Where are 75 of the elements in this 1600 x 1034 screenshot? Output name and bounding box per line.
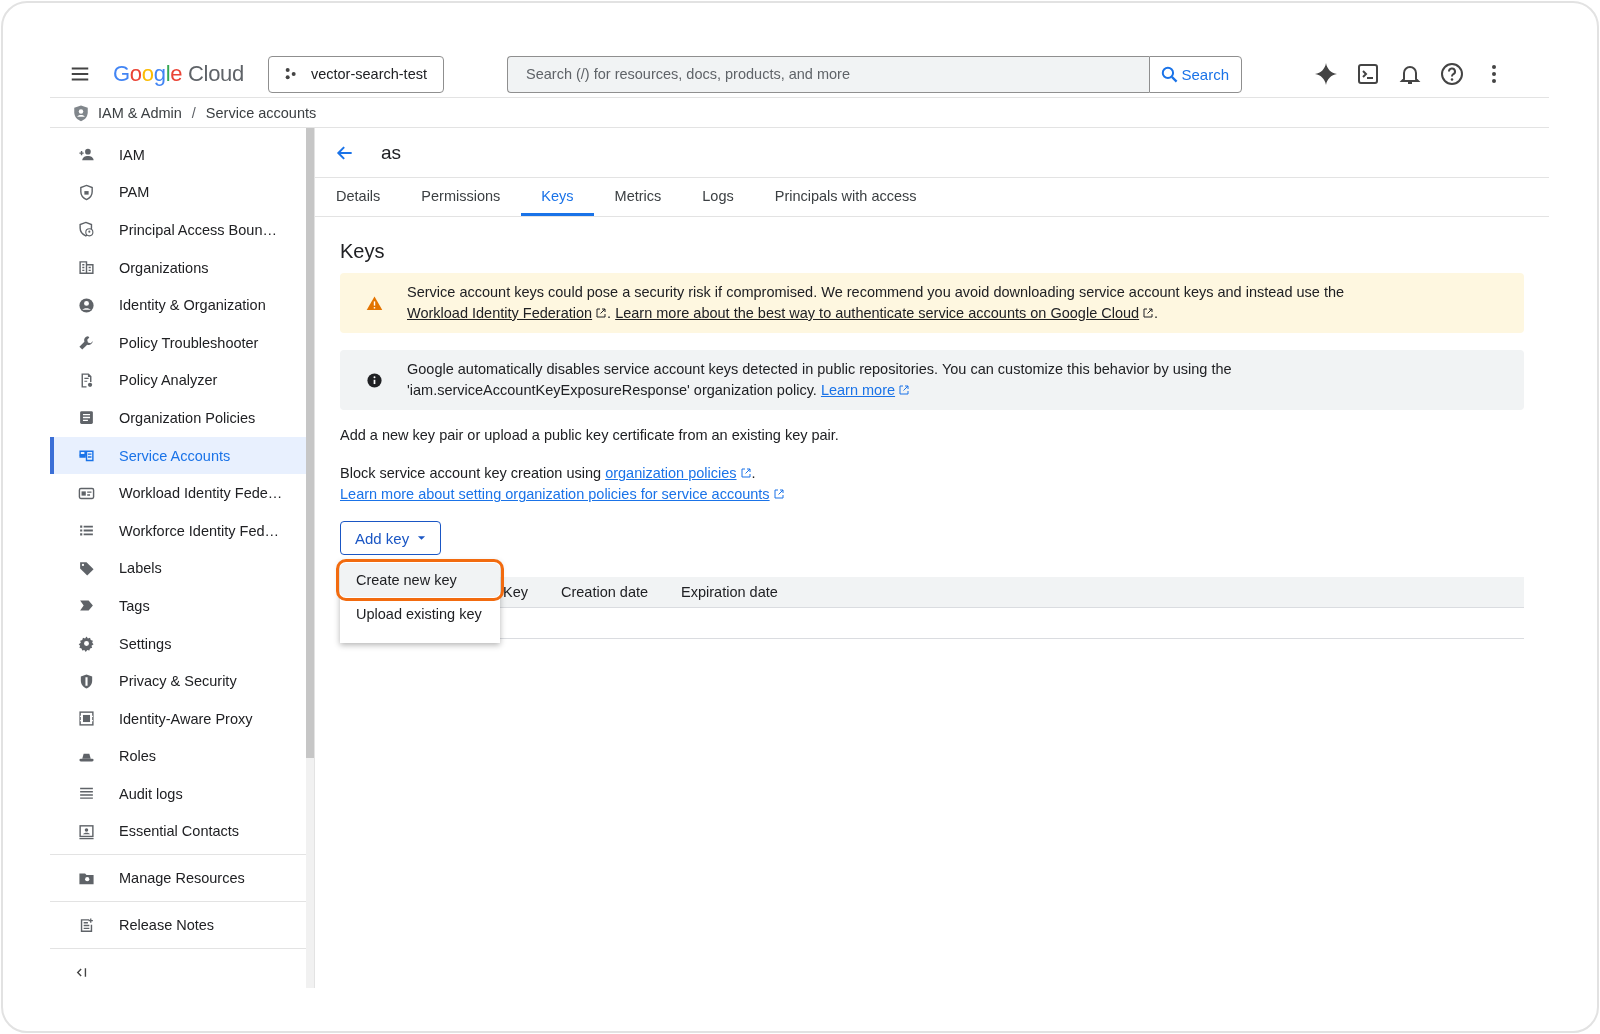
sidebar-item[interactable]: Service Accounts: [50, 436, 306, 475]
external-link-icon: [739, 467, 752, 479]
sidebar-item[interactable]: Privacy & Security: [50, 662, 306, 700]
dropdown-caret-icon: [417, 535, 427, 541]
sidebar-item[interactable]: Identity-Aware Proxy: [50, 699, 306, 738]
external-link-icon: [772, 488, 785, 500]
warning-icon: [366, 294, 383, 312]
column-header: Key: [503, 584, 528, 600]
contact-card-icon: [78, 823, 95, 840]
terminal-icon[interactable]: [1356, 62, 1380, 86]
sidebar-item[interactable]: Policy Troubleshooter: [50, 323, 306, 362]
breadcrumb-link[interactable]: IAM & Admin: [98, 104, 182, 121]
external-link[interactable]: Workload Identity Federation: [407, 305, 593, 321]
column-header: Expiration date: [681, 584, 778, 600]
tab[interactable]: Keys: [521, 178, 594, 216]
external-link[interactable]: Learn more about setting organization policies for service accounts: [340, 486, 770, 502]
sidebar-item[interactable]: Policy Analyzer: [50, 361, 306, 400]
shield-icon: [78, 183, 95, 201]
tag-icon: [78, 559, 95, 577]
external-link[interactable]: organization policies: [605, 465, 737, 481]
sidebar-item[interactable]: Audit logs: [50, 775, 306, 813]
banner-message: Google automatically disables service account keys detected in public repositories. You can customize this behavior by using the 'iam.serviceAccountKeyExposureResponse' organization policy. Learn more: [407, 360, 1233, 400]
sidebar-item[interactable]: Essential Contacts: [50, 812, 306, 851]
help-icon[interactable]: [1440, 62, 1464, 86]
sidebar-item[interactable]: Tags: [50, 587, 306, 625]
banner-message: Service account keys could pose a security risk if compromised. We recommend you avoid downloading service account keys and instead use the Workload Identity Federation . Learn more about the best way to authenticate service accounts on Google Cloud .: [407, 283, 1346, 323]
wrench-icon: [78, 334, 95, 352]
sidebar-item[interactable]: Release Notes: [50, 906, 306, 945]
sparkle-icon[interactable]: [1314, 62, 1338, 86]
account-circle-icon: [78, 296, 95, 314]
building-icon: [78, 259, 95, 277]
document-icon: [78, 409, 95, 427]
page-title: as: [381, 141, 402, 164]
sidebar-item[interactable]: Workload Identity Fede…: [50, 474, 306, 512]
external-link-icon: [595, 307, 608, 319]
column-header: Creation date: [561, 584, 649, 600]
policy-note: Block service account key creation using organization policies .: [340, 464, 757, 483]
search-icon: [1160, 64, 1180, 84]
sidebar-item[interactable]: Organization Policies: [50, 399, 306, 437]
settings-icon: [78, 635, 95, 652]
sidebar-item[interactable]: Organizations: [50, 248, 306, 287]
external-link-icon: [1142, 307, 1155, 319]
breadcrumb-separator: /: [191, 104, 196, 121]
info-icon: [366, 371, 383, 389]
tab[interactable]: Details: [315, 178, 401, 216]
external-link[interactable]: Learn more: [820, 382, 896, 398]
sidebar-item[interactable]: IAM: [50, 136, 306, 174]
project-picker-button[interactable]: vector-search-test: [267, 55, 444, 93]
tab[interactable]: Permissions: [401, 178, 521, 216]
shield-person-icon: [78, 221, 95, 239]
google-cloud-logo[interactable]: Google Cloud: [113, 61, 244, 87]
sidebar-item[interactable]: Identity & Organization: [50, 286, 306, 324]
breadcrumb-link[interactable]: Service accounts: [205, 104, 317, 121]
sidebar-item[interactable]: PAM: [50, 173, 306, 212]
shield-icon: [78, 672, 95, 690]
menu-item[interactable]: Upload existing key: [340, 597, 500, 631]
sidebar-item[interactable]: Roles: [50, 737, 306, 776]
tab[interactable]: Metrics: [594, 178, 682, 216]
sidebar-item[interactable]: Principal Access Boun…: [50, 211, 306, 249]
add-key-button[interactable]: Add key: [340, 521, 442, 555]
external-link-icon: [898, 384, 911, 396]
search-field[interactable]: Search (/) for resources, docs, products, and more: [507, 55, 1150, 93]
external-link[interactable]: Learn more about the best way to authenticate service accounts on Google Cloud: [615, 305, 1140, 321]
scrollbar-thumb[interactable]: [306, 128, 314, 758]
tab[interactable]: Logs: [682, 178, 754, 216]
sidebar-item[interactable]: Workforce Identity Fed…: [50, 511, 306, 550]
sidebar-item[interactable]: Settings: [50, 624, 306, 663]
notes-icon: [78, 916, 95, 934]
sidebar-item[interactable]: Manage Resources: [50, 859, 306, 898]
sidebar-item[interactable]: Labels: [50, 549, 306, 588]
collapse-sidebar-icon[interactable]: [76, 967, 88, 979]
search-button[interactable]: Search: [1149, 55, 1242, 93]
description-text: Add a new key pair or upload a public key certificate from an existing key pair.: [340, 427, 840, 443]
section-heading: Keys: [340, 240, 386, 263]
tab[interactable]: Principals with access: [754, 178, 937, 216]
